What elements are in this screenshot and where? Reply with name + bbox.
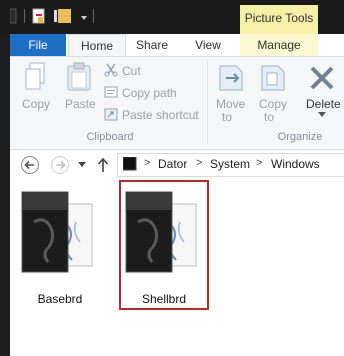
paste-button[interactable]: Paste bbox=[65, 97, 96, 111]
forward-icon[interactable] bbox=[50, 155, 70, 175]
copy-path-button[interactable]: Copy path bbox=[122, 86, 177, 100]
document-icon bbox=[21, 191, 93, 273]
copy-path-icon bbox=[104, 86, 118, 98]
paste-icon bbox=[67, 62, 91, 91]
breadcrumb-dator[interactable]: Dator bbox=[158, 157, 187, 171]
tab-manage[interactable]: Manage bbox=[240, 34, 318, 56]
copy-to-button[interactable]: Copy bbox=[259, 97, 287, 111]
file-name-shellbrd: Shellbrd bbox=[141, 292, 187, 306]
ribbon-separator bbox=[207, 60, 208, 144]
copy-icon bbox=[25, 62, 45, 90]
scissors-icon bbox=[104, 63, 118, 77]
up-arrow-icon[interactable] bbox=[97, 157, 109, 173]
recent-locations-icon[interactable] bbox=[77, 161, 87, 169]
tab-home[interactable]: Home bbox=[68, 34, 126, 57]
organize-group-label: Organize bbox=[277, 131, 323, 143]
move-to-icon bbox=[219, 65, 243, 91]
delete-dropdown-icon[interactable] bbox=[318, 112, 326, 118]
copy-button[interactable]: Copy bbox=[22, 97, 50, 111]
quick-access-toolbar bbox=[10, 8, 94, 24]
file-name-basebrd: Basebrd bbox=[37, 292, 83, 306]
delete-button[interactable]: Delete bbox=[306, 97, 341, 111]
breadcrumb-windows[interactable]: Windows bbox=[271, 157, 320, 171]
tab-share[interactable]: Share bbox=[128, 34, 176, 56]
breadcrumb-separator[interactable]: > bbox=[256, 157, 262, 169]
back-icon[interactable] bbox=[20, 155, 40, 175]
document-icon bbox=[125, 191, 197, 273]
copy-to-icon bbox=[261, 65, 285, 91]
move-to-label-2: to bbox=[222, 110, 233, 124]
file-item-basebrd[interactable]: Basebrd bbox=[18, 186, 102, 306]
breadcrumb-separator[interactable]: > bbox=[144, 157, 150, 169]
copy-to-label-2: to bbox=[264, 110, 275, 124]
tab-view[interactable]: View bbox=[186, 34, 230, 56]
delete-icon bbox=[310, 66, 334, 90]
tab-file[interactable]: File bbox=[10, 34, 66, 56]
cut-button[interactable]: Cut bbox=[122, 64, 141, 78]
breadcrumb-separator[interactable]: > bbox=[196, 157, 202, 169]
clipboard-group-label: Clipboard bbox=[86, 131, 134, 143]
move-to-button[interactable]: Move bbox=[216, 97, 245, 111]
paste-shortcut-icon bbox=[104, 108, 118, 121]
file-item-shellbrd[interactable]: Shellbrd bbox=[122, 186, 206, 306]
computer-icon bbox=[123, 157, 137, 171]
picture-tools-tab: Picture Tools bbox=[240, 5, 318, 34]
breadcrumb-system[interactable]: System bbox=[210, 157, 250, 171]
paste-shortcut-button[interactable]: Paste shortcut bbox=[122, 108, 199, 122]
